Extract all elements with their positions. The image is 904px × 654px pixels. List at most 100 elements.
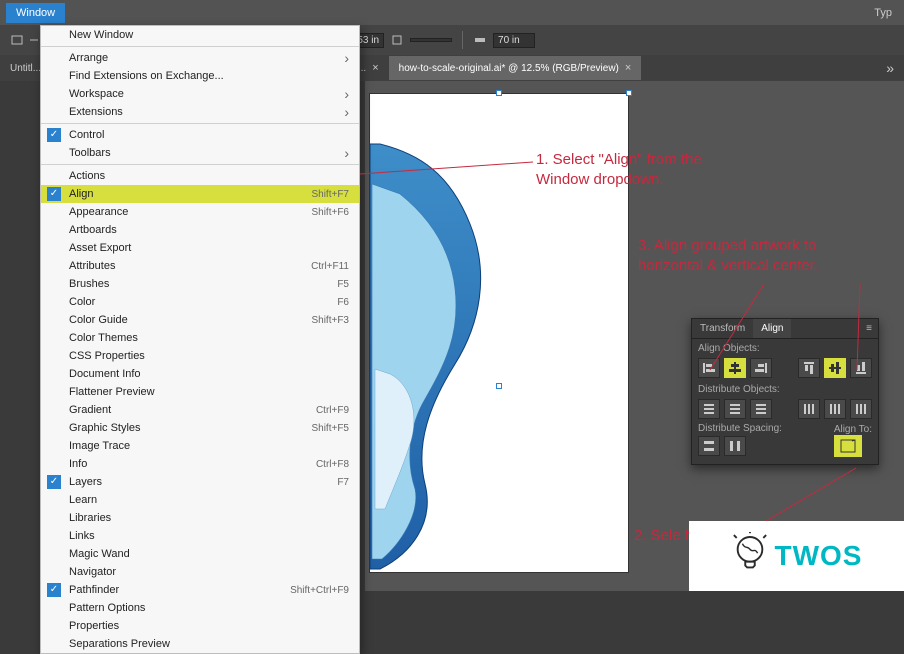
lightbulb-icon	[731, 532, 769, 580]
menu-item-shortcut: F5	[337, 279, 349, 290]
menu-item-color[interactable]: ColorF6	[41, 293, 359, 311]
section-label: Align To:	[834, 424, 872, 435]
distribute-spacing-h-button[interactable]	[724, 436, 746, 456]
align-to-button[interactable]	[834, 435, 862, 457]
menu-item-extensions[interactable]: Extensions	[41, 103, 359, 121]
other2-input[interactable]: 70 in	[493, 33, 535, 48]
align-vertical-center-button[interactable]	[824, 358, 846, 378]
selection-handle[interactable]	[626, 90, 632, 96]
menu-item-color-themes[interactable]: Color Themes	[41, 329, 359, 347]
menu-item-magic-wand[interactable]: Magic Wand	[41, 545, 359, 563]
menu-item-flattener-preview[interactable]: Flattener Preview	[41, 383, 359, 401]
divider	[462, 31, 463, 49]
menu-item-layers[interactable]: ✓LayersF7	[41, 473, 359, 491]
menu-item-workspace[interactable]: Workspace	[41, 85, 359, 103]
menu-separator	[41, 123, 359, 124]
menu-item-properties[interactable]: Properties	[41, 617, 359, 635]
menu-item-css-properties[interactable]: CSS Properties	[41, 347, 359, 365]
watermark-text: TWOS	[775, 540, 863, 572]
align-left-button[interactable]	[698, 358, 720, 378]
menu-item-appearance[interactable]: Appearance Shift+F6	[41, 203, 359, 221]
menu-item-label: Toolbars	[69, 147, 111, 159]
link-icon[interactable]	[390, 33, 404, 47]
menu-item-color-guide[interactable]: Color GuideShift+F3	[41, 311, 359, 329]
align-icon[interactable]	[473, 33, 487, 47]
align-horizontal-center-button[interactable]	[724, 358, 746, 378]
distribute-vcenter-button[interactable]	[724, 399, 746, 419]
selection-handle[interactable]	[496, 383, 502, 389]
menu-item-label: Flattener Preview	[69, 386, 155, 398]
align-bottom-button[interactable]	[850, 358, 872, 378]
menu-item-separations-preview[interactable]: Separations Preview	[41, 635, 359, 653]
menu-item-graphic-styles[interactable]: Graphic StylesShift+F5	[41, 419, 359, 437]
menu-item-actions[interactable]: Actions	[41, 167, 359, 185]
group-indicator	[10, 33, 41, 47]
distribute-spacing-v-button[interactable]	[698, 436, 720, 456]
menu-item-pathfinder[interactable]: ✓PathfinderShift+Ctrl+F9	[41, 581, 359, 599]
tab-overflow-icon[interactable]: »	[876, 60, 904, 76]
menu-item-attributes[interactable]: AttributesCtrl+F11	[41, 257, 359, 275]
menu-item-asset-export[interactable]: Asset Export	[41, 239, 359, 257]
annotation-text: 1. Select "Align" from the Window dropdo…	[536, 150, 736, 189]
align-panel[interactable]: Transform Align ≡ Align Objects: Distrib…	[691, 318, 879, 465]
menu-item-align[interactable]: ✓AlignShift+F7	[41, 185, 359, 203]
tab-label: how-to-scale-original.ai* @ 12.5% (RGB/P…	[399, 63, 619, 74]
panel-menu-icon[interactable]: ≡	[860, 319, 878, 338]
menu-item-label: Color	[69, 296, 95, 308]
menu-item-shortcut: Shift+F6	[311, 207, 349, 218]
annotation-text: 3. Align grouped artwork to horizontal &…	[638, 236, 873, 275]
menu-item-navigator[interactable]: Navigator	[41, 563, 359, 581]
menu-item-brushes[interactable]: BrushesF5	[41, 275, 359, 293]
check-icon: ✓	[47, 187, 61, 201]
window-dropdown: New Window Arrange Find Extensions on Exch…	[40, 25, 360, 654]
menu-item-shortcut: Shift+F3	[311, 315, 349, 326]
menu-item-links[interactable]: Links	[41, 527, 359, 545]
menu-item-libraries[interactable]: Libraries	[41, 509, 359, 527]
close-icon[interactable]: ×	[372, 62, 378, 74]
menu-item-label: Arrange	[69, 52, 108, 64]
distribute-left-button[interactable]	[798, 399, 820, 419]
menu-item-label: Actions	[69, 170, 105, 182]
menu-item-label: Workspace	[69, 88, 124, 100]
menu-item-label: Color Themes	[69, 332, 138, 344]
section-label: Distribute Objects:	[692, 380, 878, 397]
menu-item-toolbars[interactable]: Toolbars	[41, 144, 359, 162]
menu-item-find-extensions-on-exchange[interactable]: Find Extensions on Exchange...	[41, 67, 359, 85]
menu-item-label: Graphic Styles	[69, 422, 141, 434]
app-menubar: Window Typ	[0, 0, 904, 25]
close-icon[interactable]: ×	[625, 62, 631, 74]
menu-item-arrange[interactable]: Arrange	[41, 49, 359, 67]
other-input[interactable]	[410, 38, 452, 42]
menu-item-label: Learn	[69, 494, 97, 506]
menu-item-label: Appearance	[69, 206, 128, 218]
distribute-hcenter-button[interactable]	[824, 399, 846, 419]
distribute-bottom-button[interactable]	[750, 399, 772, 419]
menu-item-label: Artboards	[69, 224, 117, 236]
selection-handle[interactable]	[496, 90, 502, 96]
menu-item-shortcut: Shift+F7	[311, 189, 349, 200]
menu-item-shortcut: Ctrl+F9	[316, 405, 349, 416]
menu-item-image-trace[interactable]: Image Trace	[41, 437, 359, 455]
menu-item-label: Find Extensions on Exchange...	[69, 70, 224, 82]
panel-tab-transform[interactable]: Transform	[692, 319, 753, 338]
menu-item-label: Attributes	[69, 260, 115, 272]
distribute-right-button[interactable]	[850, 399, 872, 419]
menu-item-new-window[interactable]: New Window	[41, 26, 359, 44]
align-top-button[interactable]	[798, 358, 820, 378]
distribute-top-button[interactable]	[698, 399, 720, 419]
menu-item-document-info[interactable]: Document Info	[41, 365, 359, 383]
menu-item-control[interactable]: ✓Control	[41, 126, 359, 144]
menu-item-label: Layers	[69, 476, 102, 488]
menu-item-info[interactable]: InfoCtrl+F8	[41, 455, 359, 473]
menu-item-artboards[interactable]: Artboards	[41, 221, 359, 239]
rect-icon	[10, 33, 24, 47]
align-right-button[interactable]	[750, 358, 772, 378]
menu-item-pattern-options[interactable]: Pattern Options	[41, 599, 359, 617]
menu-separator	[41, 164, 359, 165]
menu-window[interactable]: Window	[6, 3, 65, 23]
tab-original[interactable]: how-to-scale-original.ai* @ 12.5% (RGB/P…	[389, 56, 642, 80]
panel-tab-align[interactable]: Align	[753, 319, 791, 338]
menu-item-label: Magic Wand	[69, 548, 130, 560]
menu-item-learn[interactable]: Learn	[41, 491, 359, 509]
menu-item-gradient[interactable]: GradientCtrl+F9	[41, 401, 359, 419]
